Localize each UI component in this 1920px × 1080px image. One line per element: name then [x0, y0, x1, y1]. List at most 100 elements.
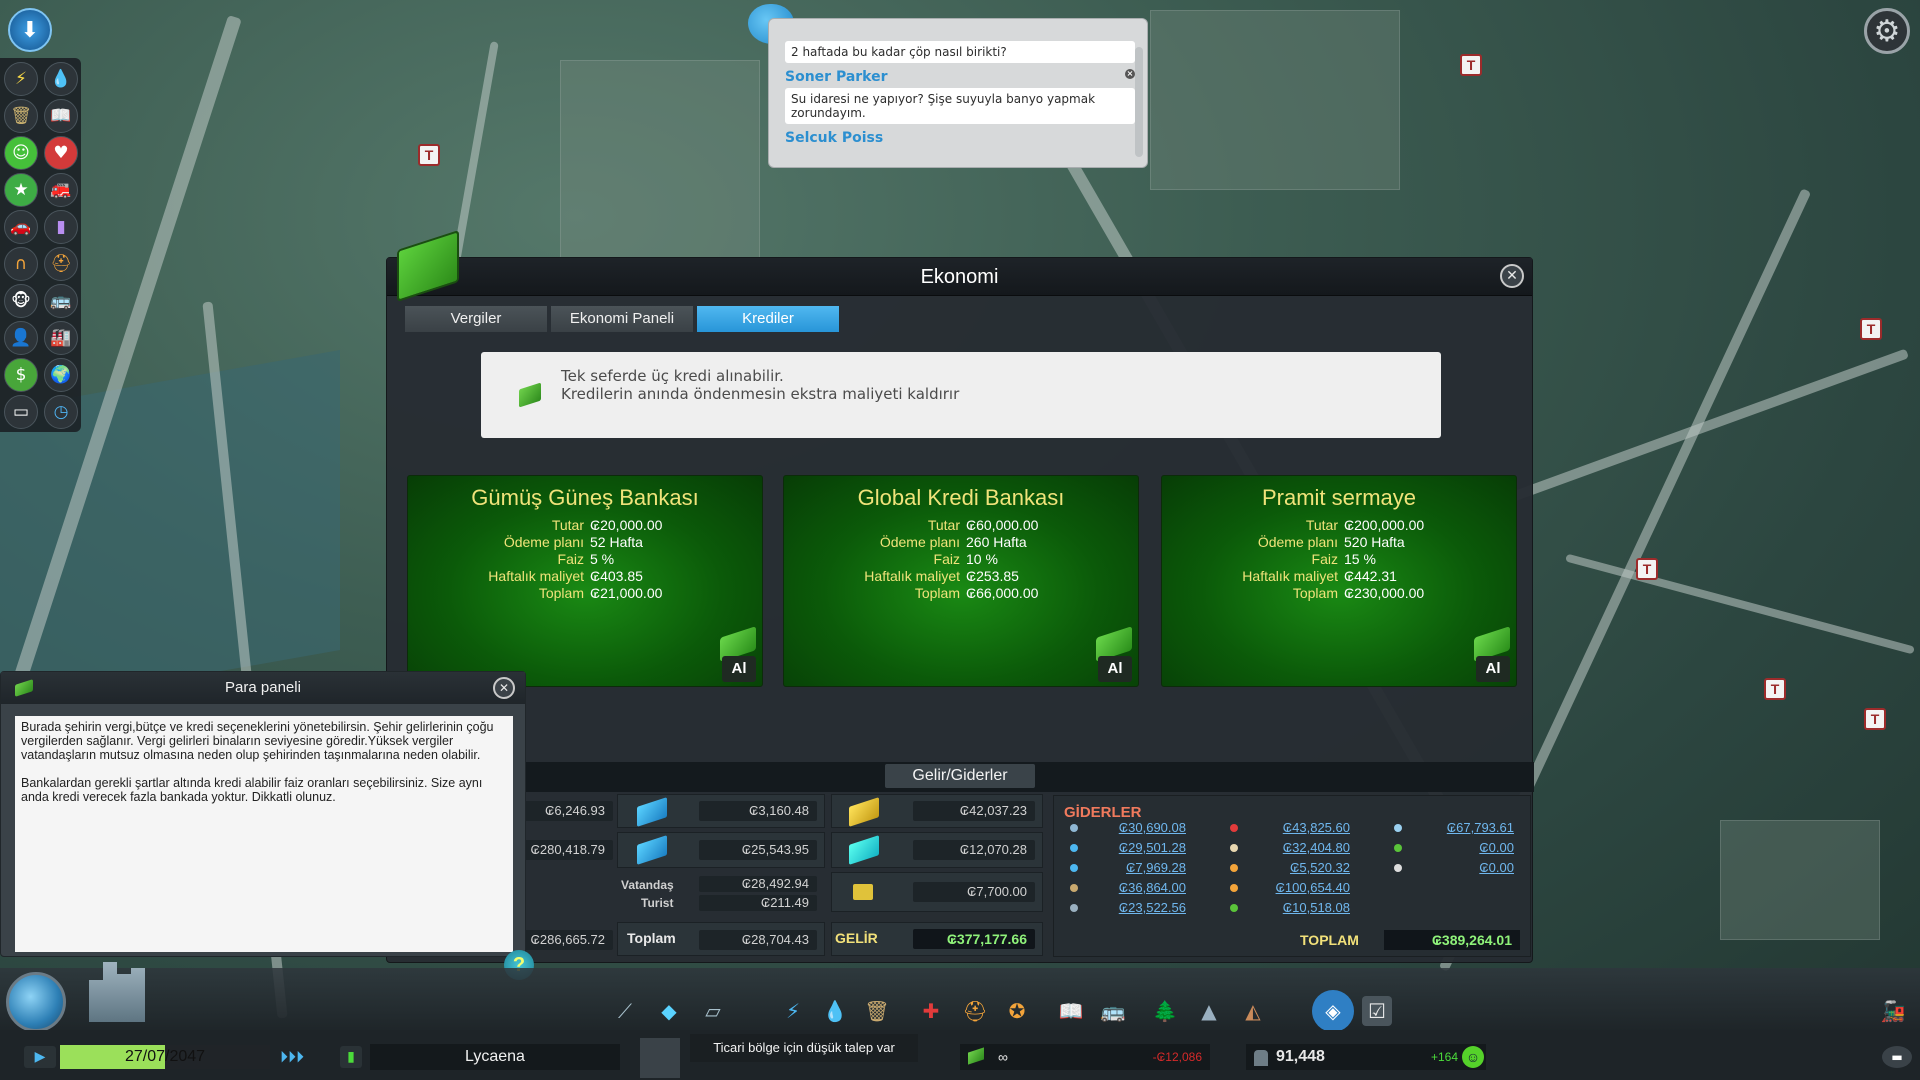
- buy-loan-button[interactable]: Al: [722, 656, 756, 682]
- chirp-author-name[interactable]: Selcuk Poiss: [785, 130, 883, 146]
- tab-taxes[interactable]: Vergiler: [405, 306, 547, 332]
- service-pin-icon[interactable]: T: [1460, 54, 1482, 76]
- service-pin-icon[interactable]: T: [418, 144, 440, 166]
- service-pin-icon[interactable]: T: [1860, 318, 1882, 340]
- income-value: ₢3,160.48: [699, 801, 817, 821]
- crime-icon[interactable]: 🐵: [4, 284, 38, 318]
- districts-tool-icon[interactable]: ▱: [698, 996, 728, 1026]
- wind-icon[interactable]: ▮: [44, 210, 78, 244]
- roads-tool-icon[interactable]: ⟋: [610, 996, 640, 1026]
- monuments-tool-icon[interactable]: ▲: [1194, 996, 1224, 1026]
- entertainment-icon[interactable]: ★: [4, 173, 38, 207]
- water-icon[interactable]: 💧: [44, 62, 78, 96]
- panel-header[interactable]: Para paneli ✕: [1, 672, 525, 704]
- traffic-icon[interactable]: 🚗: [4, 210, 38, 244]
- population-value: 91,448: [1276, 1048, 1325, 1065]
- industry-icon: [1070, 904, 1078, 912]
- close-icon[interactable]: ×: [1125, 69, 1135, 79]
- fire-tool-icon[interactable]: ⛑: [960, 996, 990, 1026]
- transport-tool-icon[interactable]: 🚌: [1098, 996, 1128, 1026]
- water-tool-icon[interactable]: 💧: [820, 996, 850, 1026]
- close-button[interactable]: ✕: [493, 677, 515, 699]
- clock-icon[interactable]: ◷: [44, 395, 78, 429]
- service-pin-icon[interactable]: T: [1764, 678, 1786, 700]
- income-value: ₢12,070.28: [913, 840, 1035, 860]
- money-display[interactable]: ∞ -₢12,086: [960, 1044, 1210, 1070]
- electricity-tool-icon[interactable]: ⚡: [778, 996, 808, 1026]
- garbage-tool-icon[interactable]: 🗑: [862, 996, 892, 1026]
- policies-tool-icon[interactable]: ☑: [1362, 996, 1392, 1026]
- population-icon[interactable]: 👤: [4, 321, 38, 355]
- chirp-author[interactable]: Soner Parker ×: [785, 69, 1135, 85]
- total-label: Toplam: [627, 930, 676, 946]
- income-expense-title: Gelir/Giderler: [885, 764, 1035, 788]
- police-tool-icon[interactable]: ✪: [1002, 996, 1032, 1026]
- land-value-icon[interactable]: 🏭: [44, 321, 78, 355]
- expenses-panel: GİDERLER ₢30,690.08 ₢29,501.28 ₢7,969.28…: [1053, 795, 1531, 957]
- demand-icon[interactable]: ▮: [340, 1046, 362, 1068]
- expense-value[interactable]: ₢0.00: [1418, 860, 1514, 875]
- settings-gear-icon[interactable]: ⚙: [1864, 8, 1910, 54]
- service-pin-icon[interactable]: T: [1864, 708, 1886, 730]
- expense-value[interactable]: ₢30,690.08: [1090, 820, 1186, 835]
- expense-value[interactable]: ₢7,969.28: [1090, 860, 1186, 875]
- speed-button[interactable]: ⏵⏵⏵: [274, 1046, 310, 1068]
- health-icon[interactable]: ♥: [44, 136, 78, 170]
- globe-icon[interactable]: [6, 972, 66, 1032]
- parks-tool-icon[interactable]: 🌲: [1150, 996, 1180, 1026]
- expense-value[interactable]: ₢0.00: [1418, 840, 1514, 855]
- money-icon[interactable]: $: [4, 358, 38, 392]
- zoning-tool-icon[interactable]: ◆: [654, 996, 684, 1026]
- info-bar-toggle-icon[interactable]: ▬: [1882, 1046, 1912, 1068]
- chirper-scrollbar[interactable]: [1135, 47, 1143, 157]
- expense-value[interactable]: ₢36,864.00: [1090, 880, 1186, 895]
- tab-economy-panel[interactable]: Ekonomi Paneli: [551, 306, 693, 332]
- expense-value[interactable]: ₢10,518.08: [1254, 900, 1350, 915]
- bulldozer-tool-icon[interactable]: ◈: [1312, 990, 1354, 1032]
- tab-loans[interactable]: Krediler: [697, 306, 839, 332]
- education-icon[interactable]: 📖: [44, 99, 78, 133]
- happiness-icon[interactable]: ☺: [4, 136, 38, 170]
- transport-icon[interactable]: 🚌: [44, 284, 78, 318]
- noise-icon[interactable]: ∩: [4, 247, 38, 281]
- road: [1510, 348, 1910, 502]
- fire-icon[interactable]: 🚒: [44, 173, 78, 207]
- expense-value[interactable]: ₢100,654.40: [1254, 880, 1350, 895]
- chirp-author[interactable]: Selcuk Poiss: [785, 130, 1135, 146]
- unlock-menu-button[interactable]: ⬇: [8, 8, 52, 52]
- expense-value[interactable]: ₢67,793.61: [1418, 820, 1514, 835]
- population-display[interactable]: 91,448 +164 ☺: [1246, 1044, 1486, 1070]
- unique-buildings-tool-icon[interactable]: ◭: [1238, 996, 1268, 1026]
- health-tool-icon[interactable]: ✚: [916, 996, 946, 1026]
- income-label: GELİR: [835, 930, 878, 946]
- train-icon[interactable]: 🚂: [1878, 996, 1908, 1026]
- city-name[interactable]: Lycaena: [370, 1044, 620, 1070]
- plan-label: Ödeme planı: [879, 534, 960, 550]
- bank-name: Gümüş Güneş Bankası: [471, 485, 699, 510]
- policy-icon: [1394, 864, 1402, 872]
- money-icon: [15, 679, 33, 697]
- roads-icon[interactable]: ▭: [4, 395, 38, 429]
- close-button[interactable]: ✕: [1500, 264, 1524, 288]
- garbage-icon[interactable]: 🗑: [4, 99, 38, 133]
- downtown: [560, 60, 760, 260]
- expense-value[interactable]: ₢29,501.28: [1090, 840, 1186, 855]
- police-icon[interactable]: ⛑: [44, 247, 78, 281]
- expense-value[interactable]: ₢23,522.56: [1090, 900, 1186, 915]
- play-button[interactable]: ▶: [24, 1046, 56, 1068]
- electricity-icon[interactable]: ⚡: [4, 62, 38, 96]
- amount-value: ₢200,000.00: [1344, 517, 1425, 533]
- expense-value[interactable]: ₢43,825.60: [1254, 820, 1350, 835]
- education-tool-icon[interactable]: 📖: [1056, 996, 1086, 1026]
- buy-loan-button[interactable]: Al: [1476, 656, 1510, 682]
- buy-loan-button[interactable]: Al: [1098, 656, 1132, 682]
- home-icon: ⬇: [20, 17, 40, 43]
- population-icon: [1254, 1050, 1268, 1066]
- expense-value[interactable]: ₢5,520.32: [1254, 860, 1350, 875]
- chirp-author-name[interactable]: Soner Parker: [785, 69, 888, 85]
- economy-header[interactable]: Ekonomi ✕: [387, 229, 1532, 303]
- bank-name: Global Kredi Bankası: [857, 485, 1065, 510]
- natural-resources-icon[interactable]: 🌍: [44, 358, 78, 392]
- service-pin-icon[interactable]: T: [1636, 558, 1658, 580]
- expense-value[interactable]: ₢32,404.80: [1254, 840, 1350, 855]
